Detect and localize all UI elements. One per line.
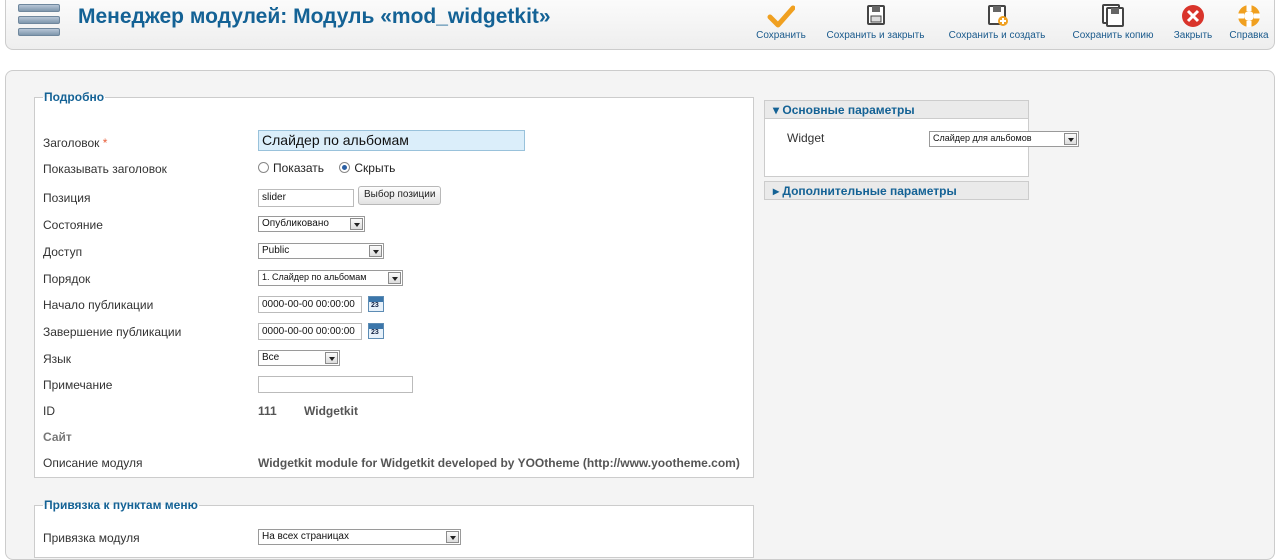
show-option-label: Показать	[273, 161, 325, 175]
calendar-icon[interactable]: 23	[368, 323, 384, 339]
state-select[interactable]: Опубликовано	[258, 216, 365, 232]
save-close-button[interactable]: Сохранить и закрыть	[818, 0, 933, 48]
basic-params-label: Основные параметры	[782, 103, 915, 117]
help-button[interactable]: Справка	[1225, 0, 1273, 48]
note-row: Примечание	[43, 376, 743, 396]
order-row: Порядок 1. Слайдер по альбомам	[43, 270, 743, 290]
params-column: ▾ Основные параметры Widget Слайдер для …	[764, 100, 1079, 200]
chevron-down-icon	[325, 352, 338, 364]
chevron-down-icon	[1064, 133, 1077, 145]
chevron-down-icon	[369, 245, 382, 257]
publish-down-input[interactable]: 0000-00-00 00:00:00	[258, 323, 362, 340]
details-legend: Подробно	[44, 90, 105, 104]
close-button[interactable]: Закрыть	[1169, 0, 1217, 48]
title-label: Заголовок *	[43, 136, 108, 150]
id-value: 111	[258, 404, 277, 418]
state-row: Состояние Опубликовано	[43, 216, 743, 236]
show-title-row: Показывать заголовок Показать Скрыть	[43, 160, 743, 180]
select-position-button[interactable]: Выбор позиции	[358, 186, 442, 205]
hide-radio[interactable]	[339, 162, 351, 173]
menu-assignment-legend: Привязка к пунктам меню	[44, 498, 198, 512]
show-title-label: Показывать заголовок	[43, 162, 167, 176]
assignment-label: Привязка модуля	[43, 531, 140, 545]
access-select[interactable]: Public	[258, 243, 384, 259]
floppy-plus-icon	[988, 5, 1008, 26]
toolbar: Менеджер модулей: Модуль «mod_widgetkit»…	[5, 0, 1275, 50]
advanced-params-header[interactable]: ▸ Дополнительные параметры	[764, 181, 1029, 200]
order-label: Порядок	[43, 272, 91, 286]
close-label: Закрыть	[1173, 30, 1213, 41]
id-row: ID 111 Widgetkit	[43, 402, 743, 422]
calendar-icon[interactable]: 23	[368, 296, 384, 312]
floppy-icon	[866, 5, 885, 25]
basic-params-body: Widget Слайдер для альбомов	[764, 119, 1079, 177]
module-manager-icon	[18, 4, 60, 38]
publish-up-label: Начало публикации	[43, 298, 154, 312]
floppy-copy-icon	[1102, 4, 1124, 27]
save-label: Сохранить	[756, 30, 806, 41]
widget-label: Widget	[787, 131, 825, 145]
checkmark-icon	[767, 5, 795, 28]
state-label: Состояние	[43, 218, 103, 232]
access-label: Доступ	[43, 245, 83, 259]
save-close-label: Сохранить и закрыть	[826, 30, 925, 41]
publish-down-row: Завершение публикации 0000-00-00 00:00:0…	[43, 323, 743, 343]
position-label: Позиция	[43, 191, 91, 205]
save-copy-button[interactable]: Сохранить копию	[1063, 0, 1163, 48]
site-row: Сайт	[43, 428, 743, 448]
publish-up-input[interactable]: 0000-00-00 00:00:00	[258, 296, 362, 313]
chevron-down-icon	[350, 218, 363, 230]
module-name: Widgetkit	[304, 404, 358, 418]
publish-up-row: Начало публикации 0000-00-00 00:00:00 23	[43, 296, 743, 316]
description-label: Описание модуля	[43, 456, 143, 470]
chevron-down-icon	[388, 272, 401, 284]
show-radio[interactable]	[258, 162, 269, 173]
note-input[interactable]	[258, 376, 413, 393]
triangle-down-icon: ▾	[773, 103, 780, 117]
description-row: Описание модуля Widgetkit module for Wid…	[43, 454, 743, 474]
page-title: Менеджер модулей: Модуль «mod_widgetkit»	[78, 5, 551, 28]
language-label: Язык	[43, 352, 72, 366]
id-label: ID	[43, 404, 55, 418]
hide-option-label: Скрыть	[354, 161, 396, 175]
publish-down-label: Завершение публикации	[43, 325, 182, 339]
title-input[interactable]: Слайдер по альбомам	[258, 130, 525, 151]
save-copy-label: Сохранить копию	[1072, 30, 1154, 41]
help-label: Справка	[1229, 30, 1269, 41]
basic-params-header[interactable]: ▾ Основные параметры	[764, 100, 1029, 119]
description-value: Widgetkit module for Widgetkit developed…	[258, 456, 740, 470]
note-label: Примечание	[43, 378, 113, 392]
assignment-select[interactable]: На всех страницах	[258, 529, 461, 545]
chevron-down-icon	[446, 531, 459, 543]
details-panel: Подробно Заголовок * Слайдер по альбомам…	[34, 90, 754, 478]
title-row: Заголовок * Слайдер по альбомам	[43, 130, 743, 154]
language-row: Язык Все	[43, 350, 743, 370]
position-input[interactable]: slider	[258, 189, 354, 207]
advanced-params-label: Дополнительные параметры	[782, 184, 957, 198]
lifebuoy-icon	[1238, 5, 1260, 27]
assignment-row: Привязка модуля На всех страницах	[43, 529, 743, 549]
menu-assignment-panel: Привязка к пунктам меню Привязка модуля …	[34, 498, 754, 558]
widget-select[interactable]: Слайдер для альбомов	[929, 131, 1079, 147]
triangle-right-icon: ▸	[773, 184, 780, 198]
save-button[interactable]: Сохранить	[751, 0, 811, 48]
language-select[interactable]: Все	[258, 350, 340, 366]
save-new-label: Сохранить и создать	[948, 30, 1046, 41]
order-select[interactable]: 1. Слайдер по альбомам	[258, 270, 403, 286]
close-icon	[1182, 5, 1204, 27]
save-new-button[interactable]: Сохранить и создать	[941, 0, 1053, 48]
position-row: Позиция slider Выбор позиции	[43, 186, 743, 209]
site-label: Сайт	[43, 430, 72, 444]
access-row: Доступ Public	[43, 243, 743, 263]
